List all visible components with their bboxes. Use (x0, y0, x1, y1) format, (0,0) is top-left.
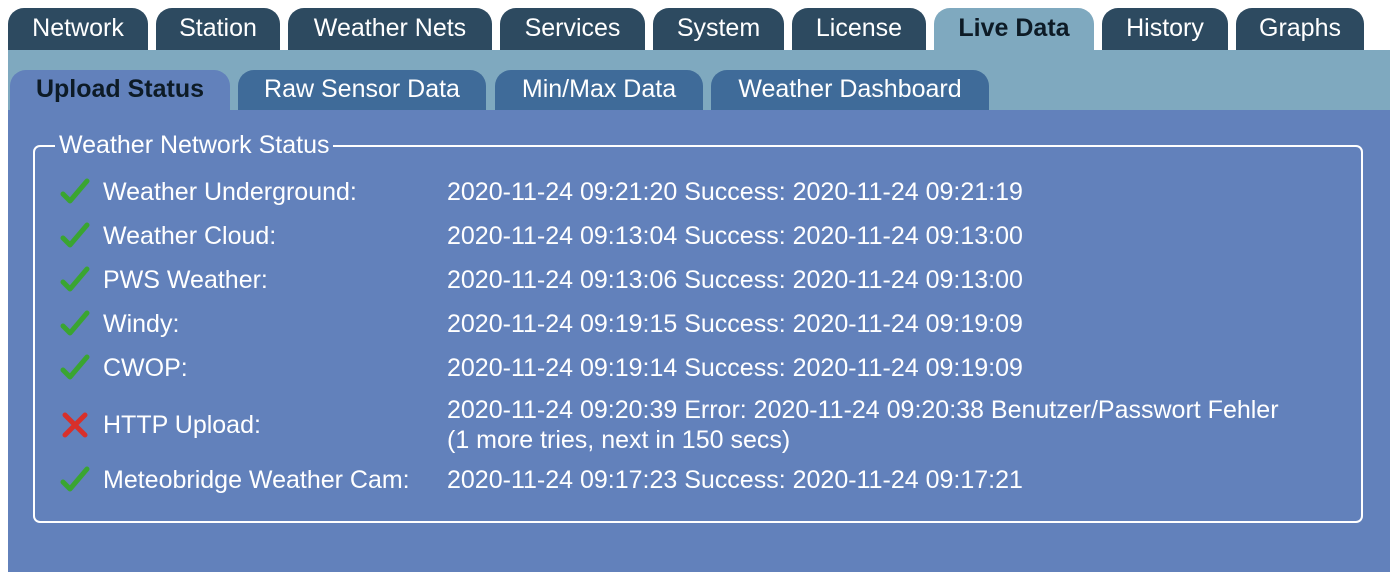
row-status: 2020-11-24 09:13:06 Success: 2020-11-24 … (447, 266, 1023, 294)
error-x-icon (62, 412, 88, 438)
content-area: Weather Network Status Weather Undergrou… (8, 110, 1390, 572)
group-legend: Weather Network Status (55, 130, 334, 160)
tab-history[interactable]: History (1102, 8, 1228, 50)
tab-system[interactable]: System (653, 8, 784, 50)
row-status: 2020-11-24 09:13:04 Success: 2020-11-24 … (447, 222, 1023, 250)
subtab-raw-sensor-data[interactable]: Raw Sensor Data (238, 70, 486, 110)
sub-nav-bar: Upload Status Raw Sensor Data Min/Max Da… (8, 50, 1390, 110)
checkmark-icon (60, 222, 90, 248)
tab-graphs[interactable]: Graphs (1236, 8, 1364, 50)
row-label: Weather Underground: (103, 178, 357, 206)
checkmark-icon (60, 178, 90, 204)
row-label: PWS Weather: (103, 266, 268, 294)
tab-station[interactable]: Station (156, 8, 280, 50)
tab-weather-nets[interactable]: Weather Nets (288, 8, 492, 50)
tab-live-data[interactable]: Live Data (934, 8, 1094, 50)
checkmark-icon (60, 266, 90, 292)
status-row-cwop: CWOP: 2020-11-24 09:19:14 Success: 2020-… (60, 353, 1360, 383)
tab-license[interactable]: License (792, 8, 926, 50)
row-status: 2020-11-24 09:19:14 Success: 2020-11-24 … (447, 354, 1023, 382)
row-status: 2020-11-24 09:20:39 Error: 2020-11-24 09… (447, 396, 1279, 424)
row-label: Meteobridge Weather Cam: (103, 466, 410, 494)
status-row-weather-underground: Weather Underground: 2020-11-24 09:21:20… (60, 177, 1360, 207)
checkmark-icon (60, 354, 90, 380)
row-status: 2020-11-24 09:21:20 Success: 2020-11-24 … (447, 178, 1023, 206)
status-row-meteobridge-weather-cam: Meteobridge Weather Cam: 2020-11-24 09:1… (60, 465, 1360, 495)
main-nav-tabs: Network Station Weather Nets Services Sy… (0, 0, 1390, 50)
checkmark-icon (60, 466, 90, 492)
tab-network[interactable]: Network (8, 8, 148, 50)
subtab-min-max-data[interactable]: Min/Max Data (495, 70, 703, 110)
row-status: 2020-11-24 09:17:23 Success: 2020-11-24 … (447, 466, 1023, 494)
row-label: CWOP: (103, 354, 188, 382)
status-row-pws-weather: PWS Weather: 2020-11-24 09:13:06 Success… (60, 265, 1360, 295)
status-row-http-upload: HTTP Upload: 2020-11-24 09:20:39 Error: … (60, 395, 1360, 455)
tab-services[interactable]: Services (500, 8, 645, 50)
status-row-windy: Windy: 2020-11-24 09:19:15 Success: 2020… (60, 309, 1360, 339)
row-status: 2020-11-24 09:19:15 Success: 2020-11-24 … (447, 310, 1023, 338)
subtab-weather-dashboard[interactable]: Weather Dashboard (711, 70, 989, 110)
row-label: Windy: (103, 310, 180, 338)
row-label: Weather Cloud: (103, 222, 277, 250)
checkmark-icon (60, 310, 90, 336)
row-label: HTTP Upload: (103, 411, 261, 439)
row-status-detail: (1 more tries, next in 150 secs) (447, 426, 791, 454)
subtab-upload-status[interactable]: Upload Status (10, 70, 230, 110)
status-row-weather-cloud: Weather Cloud: 2020-11-24 09:13:04 Succe… (60, 221, 1360, 251)
weather-network-status-group: Weather Network Status Weather Undergrou… (33, 130, 1363, 523)
